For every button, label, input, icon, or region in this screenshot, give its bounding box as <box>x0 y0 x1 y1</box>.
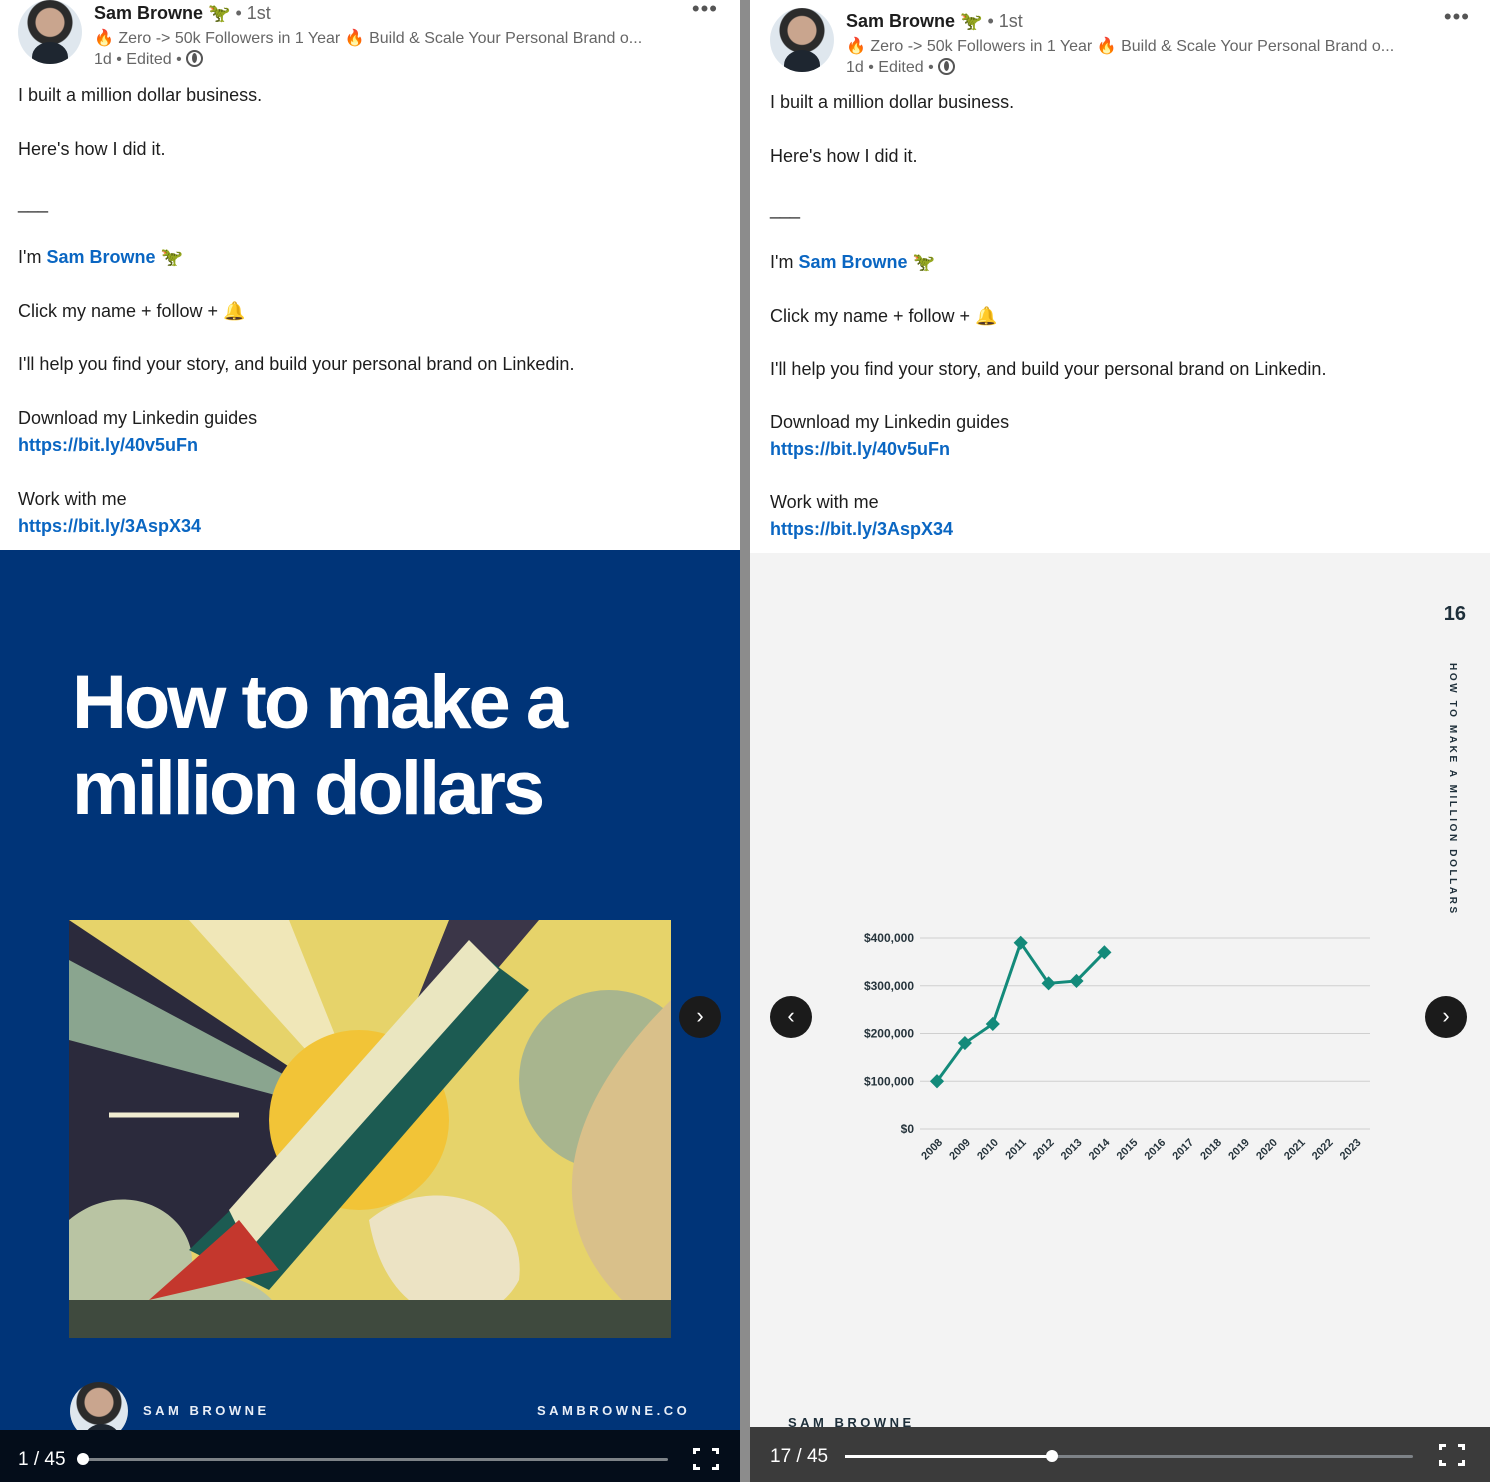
author-tagline: 🔥 Zero -> 50k Followers in 1 Year 🔥 Buil… <box>94 30 643 47</box>
y-tick-label: $200,000 <box>864 1027 914 1041</box>
slide-title: How to make a million dollars <box>72 660 568 832</box>
post-meta: 1d • Edited • <box>846 58 956 77</box>
post-meta: 1d • Edited • <box>94 50 204 69</box>
progress-slider[interactable] <box>845 1450 1413 1462</box>
x-tick-label: 2008 <box>919 1137 945 1163</box>
right-post: Sam Browne 🦖 • 1st 🔥 Zero -> 50k Followe… <box>750 0 1490 1482</box>
author-name[interactable]: Sam Browne 🦖 • 1st <box>846 11 1023 32</box>
work-link[interactable]: https://bit.ly/3AspX34 <box>18 513 201 539</box>
series-line <box>935 939 1106 1083</box>
work-link[interactable]: https://bit.ly/3AspX34 <box>770 516 953 542</box>
progress-slider[interactable] <box>77 1453 668 1465</box>
author-name-text[interactable]: Sam Browne <box>846 11 955 31</box>
dinosaur-emoji: 🦖 <box>907 252 935 272</box>
avatar[interactable] <box>18 0 82 64</box>
dinosaur-emoji: 🦖 <box>155 247 183 267</box>
dinosaur-emoji: 🦖 <box>208 3 231 23</box>
x-tick-label: 2016 <box>1143 1137 1169 1163</box>
y-tick-label: $300,000 <box>864 979 914 993</box>
slide-counter: 1 / 45 <box>18 1449 66 1470</box>
x-tick-label: 2014 <box>1087 1136 1113 1162</box>
divider-line: ___ <box>770 199 801 219</box>
y-tick-label: $100,000 <box>864 1074 914 1088</box>
x-tick-label: 2019 <box>1226 1137 1252 1163</box>
post-line: Work with me <box>770 492 879 512</box>
dinosaur-emoji: 🦖 <box>960 11 983 31</box>
x-tick-label: 2020 <box>1254 1137 1280 1163</box>
fullscreen-icon[interactable] <box>693 1448 719 1470</box>
slider-knob[interactable] <box>1045 1450 1058 1462</box>
carousel-slide: How to make a million dollars SAM BROWNE … <box>0 550 740 1440</box>
more-options-icon[interactable]: ••• <box>1444 4 1470 30</box>
globe-icon <box>938 58 956 75</box>
fullscreen-icon[interactable] <box>1439 1444 1465 1466</box>
globe-icon <box>186 50 204 67</box>
text: I'm <box>770 252 799 272</box>
carousel-controls: 1 / 45 <box>0 1430 740 1482</box>
post-line: I'm Sam Browne 🦖 <box>770 249 935 275</box>
title-line: million dollars <box>72 746 545 831</box>
text: I'm <box>18 247 47 267</box>
post-header: Sam Browne 🦖 • 1st 🔥 Zero -> 50k Followe… <box>770 4 1474 78</box>
next-slide-button[interactable]: › <box>1425 996 1467 1038</box>
footer-name: SAM BROWNE <box>143 1403 270 1418</box>
post-time: 1d • Edited • <box>94 51 182 68</box>
post-line: Click my name + follow + 🔔 <box>18 301 246 321</box>
more-options-icon[interactable]: ••• <box>692 0 718 22</box>
title-line: How to make a <box>72 660 568 745</box>
connection-degree: • 1st <box>235 3 271 23</box>
author-name-text[interactable]: Sam Browne <box>94 3 203 23</box>
x-tick-label: 2011 <box>1003 1137 1028 1162</box>
post-line: I'll help you find your story, and build… <box>18 354 575 374</box>
post-line: Here's how I did it. <box>770 146 918 166</box>
post-line: Download my Linkedin guides <box>18 408 258 428</box>
y-tick-label: $0 <box>901 1122 915 1136</box>
post-line: I'm Sam Browne 🦖 <box>18 244 183 270</box>
post-line: Click my name + follow + 🔔 <box>770 306 998 326</box>
mention-link[interactable]: Sam Browne <box>46 247 155 267</box>
author-name[interactable]: Sam Browne 🦖 • 1st <box>94 3 271 24</box>
guides-link[interactable]: https://bit.ly/40v5uFn <box>770 436 950 462</box>
rocket-illustration <box>69 920 671 1338</box>
avatar[interactable] <box>770 8 834 72</box>
post-header: Sam Browne 🦖 • 1st 🔥 Zero -> 50k Followe… <box>18 0 722 70</box>
connection-degree: • 1st <box>987 11 1023 31</box>
x-tick-label: 2021 <box>1282 1137 1308 1163</box>
x-tick-label: 2010 <box>975 1137 1001 1163</box>
revenue-line-chart: $0$100,000$200,000$300,000$400,0002008 20… <box>864 931 1370 1163</box>
x-tick-label: 2017 <box>1170 1137 1196 1163</box>
author-tagline: 🔥 Zero -> 50k Followers in 1 Year 🔥 Buil… <box>846 38 1395 55</box>
slide-counter: 17 / 45 <box>770 1446 829 1467</box>
post-line: Work with me <box>18 489 127 509</box>
prev-slide-button[interactable]: ‹ <box>770 996 812 1038</box>
post-line: Here's how I did it. <box>18 139 166 159</box>
x-tick-label: 2018 <box>1198 1137 1224 1163</box>
carousel-slide: 16 HOW TO MAKE A MILLION DOLLARS $0 $100,… <box>750 553 1490 1430</box>
footer-site: SAMBROWNE.CO <box>537 1403 691 1418</box>
post-line: I'll help you find your story, and build… <box>770 359 1327 379</box>
next-slide-button[interactable]: › <box>679 996 721 1038</box>
x-tick-label: 2009 <box>947 1137 973 1163</box>
y-tick-label: $400,000 <box>864 931 914 945</box>
post-line: I built a million dollar business. <box>18 85 263 105</box>
x-tick-label: 2013 <box>1059 1137 1085 1163</box>
slider-knob[interactable] <box>77 1453 89 1465</box>
carousel-controls: 17 / 45 <box>750 1427 1490 1482</box>
post-line: I built a million dollar business. <box>770 92 1015 112</box>
left-post: Sam Browne 🦖 • 1st 🔥 Zero -> 50k Followe… <box>0 0 740 1482</box>
divider-line: ___ <box>18 193 49 213</box>
x-tick-label: 2023 <box>1338 1137 1364 1163</box>
post-time: 1d • Edited • <box>846 59 934 76</box>
mention-link[interactable]: Sam Browne <box>798 252 907 272</box>
x-tick-label: 2022 <box>1310 1137 1336 1163</box>
x-tick-label: 2015 <box>1115 1137 1141 1163</box>
progress-fill <box>845 1455 1052 1458</box>
guides-link[interactable]: https://bit.ly/40v5uFn <box>18 432 198 458</box>
post-line: Download my Linkedin guides <box>770 412 1010 432</box>
x-tick-label: 2012 <box>1031 1137 1057 1163</box>
